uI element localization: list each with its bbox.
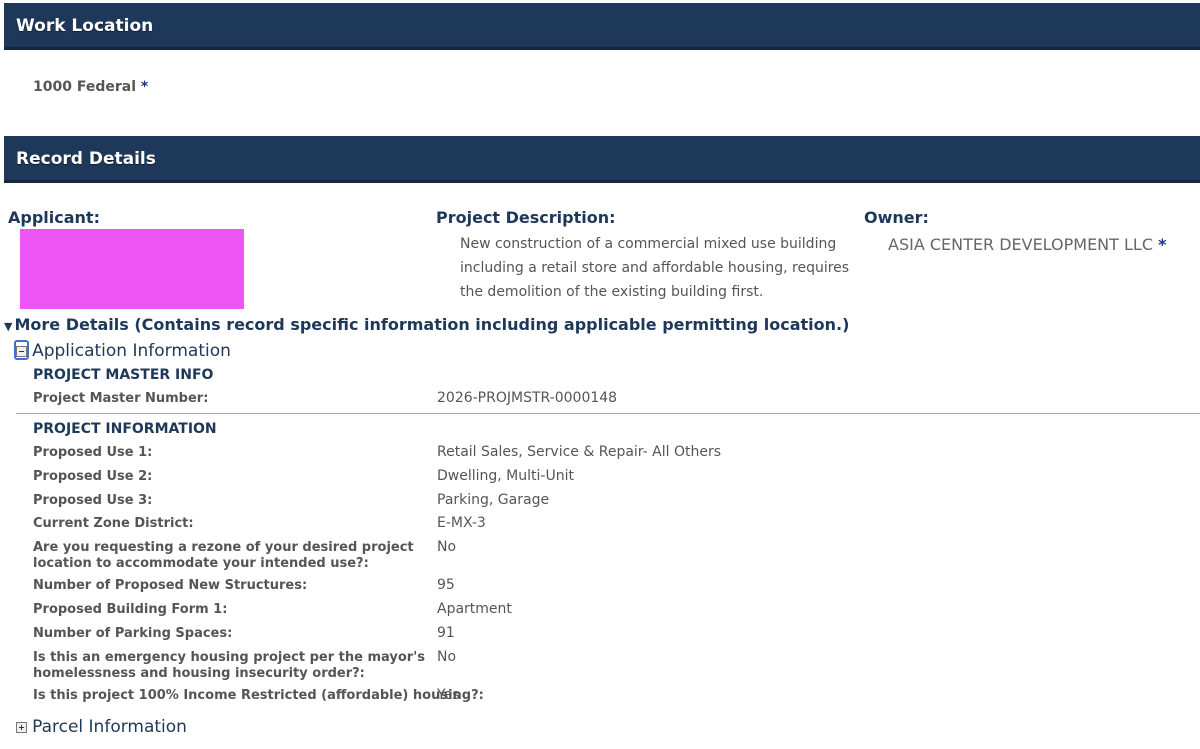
field-label: Proposed Use 1:: [33, 445, 153, 460]
more-details-label: More Details (Contains record specific i…: [14, 315, 850, 334]
field-value: Parking, Garage: [437, 492, 550, 508]
field-value: 95: [437, 577, 455, 593]
expand-icon[interactable]: [16, 722, 27, 733]
address-text: 1000 Federal: [33, 79, 136, 95]
project-description-label: Project Description:: [436, 208, 616, 227]
field-value: No: [437, 539, 457, 555]
applicant-label: Applicant:: [8, 208, 100, 227]
record-details-title: Record Details: [16, 149, 156, 169]
applicant-redaction: [20, 229, 244, 309]
field-label: Proposed Use 3:: [33, 493, 153, 508]
triangle-down-icon: ▼: [4, 320, 13, 333]
project-information-title: PROJECT INFORMATION: [33, 421, 217, 437]
field-label: Is this project 100% Income Restricted (…: [33, 688, 484, 703]
field-value: E-MX-3: [437, 515, 486, 531]
owner-name: ASIA CENTER DEVELOPMENT LLC *: [888, 235, 1166, 254]
work-location-address: 1000 Federal *: [33, 79, 148, 95]
field-label: Proposed Building Form 1:: [33, 602, 228, 617]
owner-required-marker: *: [1158, 235, 1167, 254]
field-value: Dwelling, Multi-Unit: [437, 468, 574, 484]
field-label: Project Master Number:: [33, 391, 209, 406]
field-label: Are you requesting a rezone of your desi…: [33, 540, 414, 571]
field-label: Current Zone District:: [33, 516, 194, 531]
divider: [16, 413, 1200, 414]
field-value: No: [437, 649, 457, 665]
field-label: Number of Proposed New Structures:: [33, 578, 308, 593]
field-label: Is this an emergency housing project per…: [33, 650, 425, 681]
work-location-title: Work Location: [16, 16, 154, 36]
parcel-information-title: Parcel Information: [32, 717, 187, 737]
required-marker: *: [140, 79, 149, 95]
field-value: Retail Sales, Service & Repair- All Othe…: [437, 444, 722, 460]
field-label: Number of Parking Spaces:: [33, 626, 233, 641]
project-description-text: New construction of a commercial mixed u…: [460, 236, 850, 300]
field-value: 91: [437, 625, 455, 641]
application-information-header[interactable]: Application Information: [16, 341, 231, 361]
owner-label: Owner:: [864, 208, 929, 227]
record-details-header: Record Details: [4, 136, 1200, 183]
collapse-icon[interactable]: [16, 346, 27, 357]
parcel-information-header[interactable]: Parcel Information: [16, 717, 187, 737]
field-label: Proposed Use 2:: [33, 469, 153, 484]
application-information-title: Application Information: [32, 341, 231, 361]
owner-name-text: ASIA CENTER DEVELOPMENT LLC: [888, 235, 1153, 254]
project-master-info-title: PROJECT MASTER INFO: [33, 367, 214, 383]
field-value: Yes: [437, 687, 460, 703]
more-details-toggle[interactable]: ▼ More Details (Contains record specific …: [4, 315, 849, 334]
work-location-header: Work Location: [4, 3, 1200, 50]
field-value: Apartment: [437, 601, 512, 617]
field-value: 2026-PROJMSTR-0000148: [437, 390, 618, 406]
